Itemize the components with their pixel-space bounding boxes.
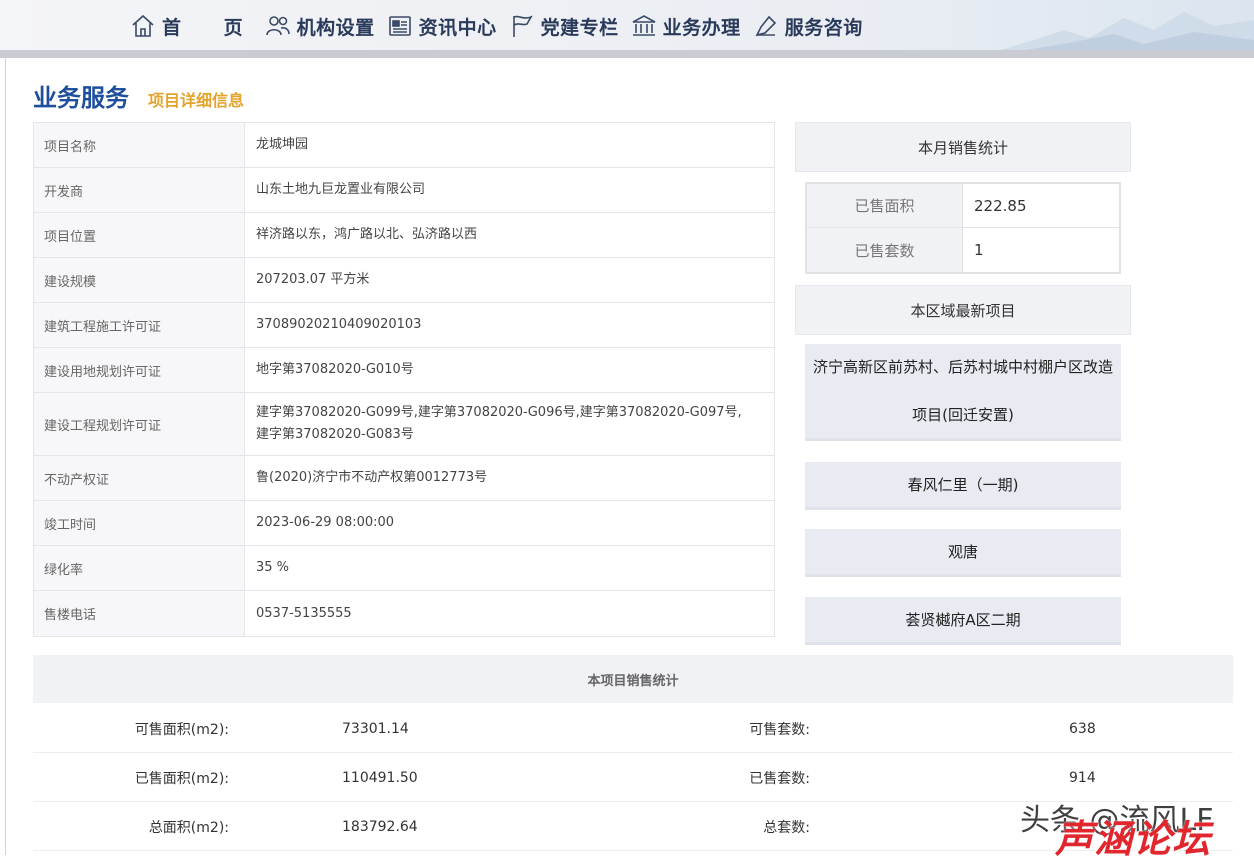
latest-project-link[interactable]: 观唐	[805, 529, 1121, 577]
page-subtitle: 项目详细信息	[148, 91, 245, 110]
info-key: 项目位置	[34, 213, 245, 257]
nav-consult-label: 服务咨询	[784, 16, 863, 39]
monthly-row-area: 已售面积 222.85	[807, 184, 1119, 228]
project-info-table: 项目名称 龙城坤园 开发商 山东土地九巨龙置业有限公司 项目位置 祥济路以东，鸿广路以…	[33, 122, 775, 637]
news-icon	[385, 11, 415, 41]
nav-news-label: 资讯中心	[418, 16, 497, 39]
info-value: 地字第37082020-G010号	[256, 362, 414, 377]
sales-value: 183792.64	[342, 818, 418, 835]
sales-value: 73301.14	[342, 720, 409, 737]
info-key: 建设用地规划许可证	[34, 348, 245, 392]
info-row-property-cert: 不动产权证 鲁(2020)济宁市不动产权第0012773号	[34, 456, 774, 501]
info-row-land-permit: 建设用地规划许可证 地字第37082020-G010号	[34, 348, 774, 393]
sales-value: 110491.50	[342, 769, 418, 786]
info-row-planning-permit: 建设工程规划许可证 建字第37082020-G099号,建字第37082020-G…	[34, 393, 774, 456]
info-row-completion: 竣工时间 2023-06-29 08:00:00	[34, 501, 774, 546]
project-sales-header: 本项目销售统计	[33, 655, 1233, 703]
info-row-scale: 建设规模 207203.07 平方米	[34, 258, 774, 303]
info-key: 开发商	[34, 168, 245, 212]
latest-projects-header: 本区域最新项目	[795, 285, 1131, 335]
info-row-developer: 开发商 山东土地九巨龙置业有限公司	[34, 168, 774, 213]
main-nav: 首 页 机构设置 资讯中心 党建专栏 业务办理 服务咨询	[128, 10, 873, 42]
nav-business-label: 业务办理	[662, 16, 741, 39]
info-value: 祥济路以东，鸿广路以北、弘济路以西	[256, 227, 478, 242]
info-key: 项目名称	[34, 123, 245, 167]
flag-icon	[507, 11, 537, 41]
info-value: 建字第37082020-G099号,建字第37082020-G096号,建字第3…	[256, 405, 742, 442]
info-key: 绿化率	[34, 546, 245, 590]
latest-project-link[interactable]: 荟贤樾府A区二期	[805, 597, 1121, 645]
info-value: 35 %	[256, 560, 290, 575]
info-key: 建设规模	[34, 258, 245, 302]
info-key: 建筑工程施工许可证	[34, 303, 245, 347]
info-value: 2023-06-29 08:00:00	[256, 515, 395, 530]
page-left-border	[5, 58, 6, 855]
sales-label: 已售面积(m2):	[134, 770, 229, 787]
monthly-stats-table: 已售面积 222.85 已售套数 1	[805, 182, 1121, 274]
nav-home[interactable]: 首 页	[128, 10, 253, 42]
stat-key: 已售套数	[807, 228, 963, 272]
info-value: 370890202104090201​03	[256, 317, 422, 332]
latest-project-link[interactable]: 济宁高新区前苏村、后苏村城中村棚户区改造项目(回迁安置)	[805, 344, 1121, 441]
nav-consult[interactable]: 服务咨询	[751, 10, 863, 42]
sales-label: 总套数:	[763, 819, 810, 836]
nav-organization[interactable]: 机构设置	[263, 10, 375, 42]
people-icon	[263, 11, 293, 41]
info-key: 售楼电话	[34, 591, 245, 636]
latest-project-link[interactable]: 春风仁里（一期)	[805, 462, 1121, 510]
info-key: 建设工程规划许可证	[34, 393, 245, 455]
landscape-decoration	[994, 12, 1254, 52]
info-value: 龙城坤园	[256, 137, 309, 152]
bank-icon	[629, 11, 659, 41]
info-value: 鲁(2020)济宁市不动产权第0012773号	[256, 470, 488, 485]
monthly-stats-header: 本月销售统计	[795, 122, 1131, 172]
nav-home-label: 首 页	[162, 16, 261, 39]
info-row-construction-permit: 建筑工程施工许可证 370890202104090201​03	[34, 303, 774, 348]
sales-value: 638	[1069, 720, 1096, 737]
sales-label: 可售套数:	[749, 721, 810, 738]
top-navigation-bar: 首 页 机构设置 资讯中心 党建专栏 业务办理 服务咨询	[0, 0, 1254, 58]
sales-label: 已售套数:	[749, 770, 810, 787]
sales-label: 总面积(m2):	[148, 819, 229, 836]
sales-label: 可售面积(m2):	[134, 721, 229, 738]
stat-key: 已售面积	[807, 184, 963, 227]
nav-bottom-strip	[0, 50, 1254, 58]
info-row-location: 项目位置 祥济路以东，鸿广路以北、弘济路以西	[34, 213, 774, 258]
monthly-row-units: 已售套数 1	[807, 228, 1119, 272]
home-icon	[128, 11, 158, 41]
info-key: 不动产权证	[34, 456, 245, 500]
info-row-green-rate: 绿化率 35 %	[34, 546, 774, 591]
nav-business[interactable]: 业务办理	[629, 10, 741, 42]
page-title: 业务服务	[33, 84, 129, 112]
info-row-phone: 售楼电话 0537-5135555	[34, 591, 774, 636]
nav-organization-label: 机构设置	[296, 16, 375, 39]
consult-icon	[751, 11, 781, 41]
stat-value: 1	[974, 241, 984, 259]
stat-value: 222.85	[974, 196, 1027, 215]
nav-party[interactable]: 党建专栏	[507, 10, 619, 42]
info-value: 207203.07 平方米	[256, 272, 370, 287]
info-key: 竣工时间	[34, 501, 245, 545]
info-value: 山东土地九巨龙置业有限公司	[256, 182, 426, 197]
project-sales-row: 可售面积(m2): 73301.14 可售套数: 638	[33, 704, 1233, 753]
info-value: 0537-5135555	[256, 605, 352, 621]
info-row-name: 项目名称 龙城坤园	[34, 123, 774, 168]
nav-party-label: 党建专栏	[540, 16, 619, 39]
nav-news[interactable]: 资讯中心	[385, 10, 497, 42]
